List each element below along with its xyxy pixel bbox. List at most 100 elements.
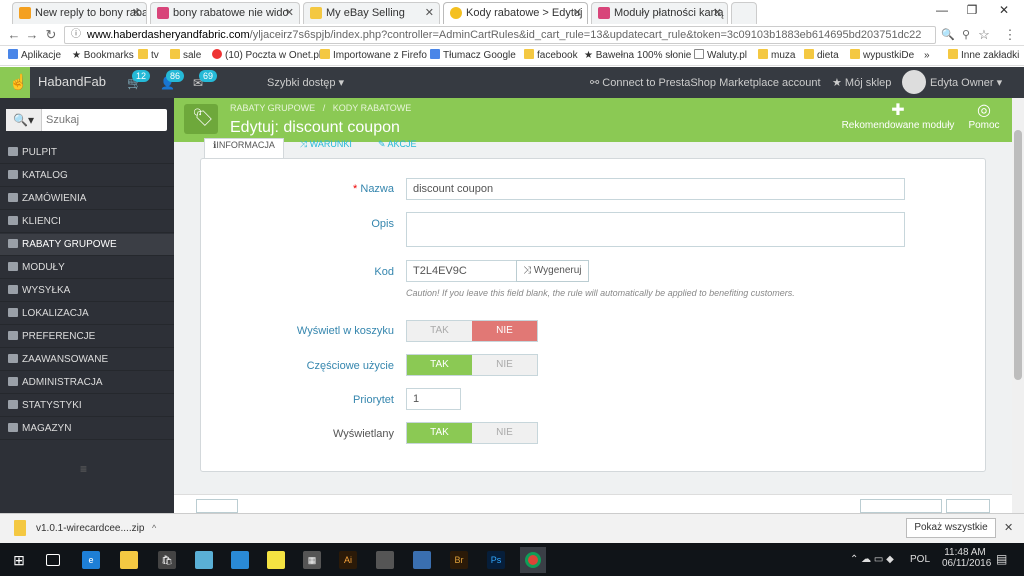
forward-icon[interactable]: → — [24, 27, 40, 43]
name-field[interactable]: discount coupon — [406, 178, 905, 200]
close-download-bar-icon[interactable]: ✕ — [1004, 521, 1013, 534]
restore-icon[interactable]: ❐ — [958, 0, 986, 20]
switch-no[interactable]: NIE — [472, 355, 537, 375]
sidebar-item-zaawansowane[interactable]: ZAAWANSOWANE — [0, 349, 174, 371]
sidebar-item-moduły[interactable]: MODUŁY — [0, 257, 174, 279]
back-icon[interactable]: ← — [6, 27, 22, 43]
browser-tab-2[interactable]: My eBay Selling ✕ — [303, 2, 440, 24]
browser-tab-1[interactable]: bony rabatowe nie wido ✕ — [150, 2, 300, 24]
save-and-stay-button[interactable] — [860, 499, 942, 513]
save-button[interactable] — [946, 499, 990, 513]
recommended-modules-button[interactable]: ✚ Rekomendowane moduły — [838, 100, 958, 131]
store-icon[interactable]: 🛍 — [158, 551, 176, 569]
bookmark-item[interactable]: tv — [138, 49, 159, 63]
switch-no[interactable]: NIE — [472, 321, 537, 341]
close-tab-icon[interactable]: ✕ — [425, 3, 434, 23]
breadcrumb-item[interactable]: KODY RABATOWE — [333, 103, 412, 113]
bookmark-item[interactable]: (10) Poczta w Onet.pl — [212, 49, 321, 63]
bookmark-item[interactable]: muza — [758, 49, 795, 63]
tab-conditions[interactable]: ⤨ WARUNKI — [292, 138, 360, 158]
close-tab-icon[interactable]: ✕ — [132, 3, 141, 23]
edge-icon[interactable]: e — [82, 551, 100, 569]
bridge-icon[interactable]: Br — [450, 551, 468, 569]
illustrator-icon[interactable]: Ai — [339, 551, 357, 569]
sidebar-item-administracja[interactable]: ADMINISTRACJA — [0, 372, 174, 394]
notifications-icon[interactable]: ▤ — [996, 552, 1007, 566]
language-indicator[interactable]: POL — [910, 554, 930, 565]
sidebar-item-rabaty-grupowe[interactable]: RABATY GRUPOWE — [0, 234, 174, 256]
active-switch[interactable]: TAK NIE — [406, 422, 538, 444]
collapse-menu-icon[interactable]: ≡ — [80, 462, 87, 476]
tray-icons[interactable]: ⌃ ☁ ▭ ◆ — [850, 554, 894, 565]
partial-use-switch[interactable]: TAK NIE — [406, 354, 538, 376]
cancel-button[interactable] — [196, 499, 238, 513]
clock[interactable]: 11:48 AM 06/11/2016 — [942, 547, 991, 569]
page-info-icon[interactable]: ⓘ — [71, 27, 81, 43]
scrollbar-thumb[interactable] — [1014, 130, 1022, 380]
bookmark-star-icon[interactable]: ☆ — [976, 27, 992, 43]
app-icon[interactable] — [376, 551, 394, 569]
sidebar-item-statystyki[interactable]: STATYSTYKI — [0, 395, 174, 417]
bookmarks-overflow[interactable]: » — [924, 49, 930, 63]
key-icon[interactable]: ⚲ — [958, 27, 974, 43]
download-item[interactable]: v1.0.1-wirecardcee....zip — [36, 523, 144, 534]
logo[interactable]: ☝ — [0, 67, 30, 98]
description-field[interactable] — [406, 212, 905, 247]
chevron-up-icon[interactable]: ^ — [152, 523, 156, 533]
url-input[interactable]: ⓘ www.haberdasheryandfabric.com/yljaceir… — [64, 26, 936, 44]
priority-field[interactable]: 1 — [406, 388, 461, 410]
new-tab-button[interactable] — [731, 2, 757, 24]
bookmark-item[interactable]: Tłumacz Google — [430, 49, 516, 63]
thunderbird-icon[interactable] — [231, 551, 249, 569]
generate-button[interactable]: ⤨ Wygeneruj — [516, 260, 589, 282]
bookmark-item[interactable]: wypustkiDe — [850, 49, 914, 63]
photoshop-icon[interactable]: Ps — [487, 551, 505, 569]
user-menu[interactable]: Edyta Owner ▾ — [930, 76, 1002, 89]
sidebar-item-katalog[interactable]: KATALOG — [0, 165, 174, 187]
switch-yes[interactable]: TAK — [407, 423, 472, 443]
windows-start-icon[interactable]: ⊞ — [10, 551, 28, 569]
switch-yes[interactable]: TAK — [407, 321, 472, 341]
sidebar-item-lokalizacja[interactable]: LOKALIZACJA — [0, 303, 174, 325]
tab-actions[interactable]: ✎ AKCJE — [370, 138, 425, 158]
bookmark-item[interactable]: ★ Bawełna 100% słonie — [584, 49, 691, 63]
show-all-downloads-button[interactable]: Pokaż wszystkie — [906, 518, 996, 538]
bookmark-item[interactable]: Importowane z Firefo — [320, 49, 427, 63]
my-shop-link[interactable]: ★ Mój sklep — [832, 76, 891, 89]
search-icon[interactable]: 🔍 — [940, 27, 956, 43]
bookmark-item[interactable]: dieta — [804, 49, 839, 63]
bookmark-item[interactable]: Waluty.pl — [694, 49, 747, 63]
search-input[interactable] — [46, 109, 164, 131]
close-window-icon[interactable]: ✕ — [990, 0, 1018, 20]
switch-no[interactable]: NIE — [472, 423, 537, 443]
tab-information[interactable]: ℹINFORMACJA — [204, 138, 284, 158]
bookmark-item[interactable]: ★ Bookmarks — [72, 49, 134, 63]
sidebar-item-preferencje[interactable]: PREFERENCJE — [0, 326, 174, 348]
close-tab-icon[interactable]: ✕ — [285, 3, 294, 23]
sidebar-item-zamówienia[interactable]: ZAMÓWIENIA — [0, 188, 174, 210]
show-in-cart-switch[interactable]: TAK NIE — [406, 320, 538, 342]
calculator-icon[interactable]: ▦ — [303, 551, 321, 569]
network-app-icon[interactable] — [413, 551, 431, 569]
bookmark-item[interactable]: facebook — [524, 49, 578, 63]
search-type-button[interactable]: 🔍▾ — [6, 109, 42, 131]
quick-access-dropdown[interactable]: Szybki dostęp ▾ — [267, 76, 344, 89]
other-bookmarks[interactable]: Inne zakładki — [948, 49, 1019, 63]
file-explorer-icon[interactable] — [120, 551, 138, 569]
close-tab-icon[interactable]: ✕ — [713, 3, 722, 23]
breadcrumb-item[interactable]: RABATY GRUPOWE — [230, 103, 315, 113]
menu-icon[interactable]: ⋮ — [1002, 27, 1018, 43]
sidebar-item-magazyn[interactable]: MAGAZYN — [0, 418, 174, 440]
bookmark-item[interactable]: sale — [170, 49, 201, 63]
browser-tab-0[interactable]: New reply to bony rabat ✕ — [12, 2, 147, 24]
bookmark-apps[interactable]: Aplikacje — [8, 49, 61, 63]
browser-tab-3[interactable]: Kody rabatowe > Edytuj ✕ — [443, 2, 588, 24]
sidebar-item-pulpit[interactable]: PULPIT — [0, 142, 174, 164]
minimize-icon[interactable]: — — [928, 0, 956, 20]
scrollbar[interactable] — [1012, 98, 1024, 513]
close-tab-icon[interactable]: ✕ — [573, 3, 582, 23]
code-field[interactable]: T2L4EV9C — [406, 260, 517, 282]
task-view-icon[interactable] — [46, 554, 60, 566]
avatar[interactable] — [902, 70, 926, 94]
switch-yes[interactable]: TAK — [407, 355, 472, 375]
